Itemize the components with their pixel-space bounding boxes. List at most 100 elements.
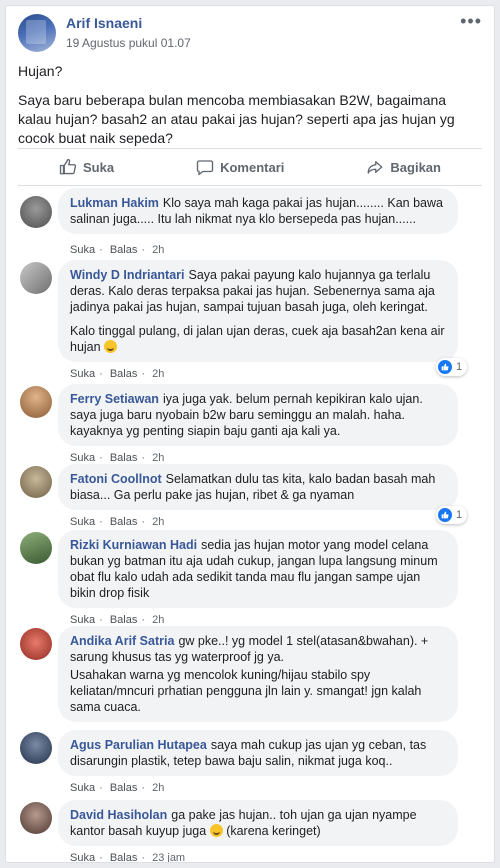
separator: · [141,614,146,626]
comment-meta: Suka· Balas· 2h [70,614,168,626]
comment-item: Agus Parulian Hutapea saya mah cukup jas … [18,730,482,796]
commenter-name[interactable]: Agus Parulian Hutapea [70,738,207,752]
comment-label: Komentari [220,159,285,175]
commenter-name[interactable]: Ferry Setiawan [70,392,159,406]
thumbs-up-icon [59,158,77,175]
like-button[interactable]: Suka [59,158,114,176]
comment-item: Fatoni Coollnot Selamatkan dulu tas kita,… [18,464,482,530]
separator: · [141,782,146,794]
separator: · [141,244,146,256]
comment-like-link[interactable]: Suka [70,452,95,464]
commenter-name[interactable]: David Hasiholan [70,808,167,822]
post-actions-bar: Suka Komentari Bagikan [18,148,482,186]
comment-bubble: Andika Arif Satria gw pke..! yg model 1 s… [58,626,458,722]
comment-time[interactable]: 2h [152,244,164,256]
comment-like-link[interactable]: Suka [70,852,95,862]
comment-like-link[interactable]: Suka [70,614,95,626]
comment-button[interactable]: Komentari [196,158,284,176]
commenter-name[interactable]: Windy D Indriantari [70,268,184,282]
separator: · [99,244,103,256]
comment-bubble: Agus Parulian Hutapea saya mah cukup jas … [58,730,458,776]
comment-item: David Hasiholan ga pake jas hujan.. toh u… [18,800,482,863]
commenter-avatar[interactable] [20,196,52,228]
comment-meta: Suka· Balas· 2h [70,452,168,464]
comment-item: Rizki Kurniawan Hadi sedia jas hujan moto… [18,530,482,626]
comment-time[interactable]: 2h [152,782,164,794]
comment-bubble: Windy D Indriantari Saya pakai payung kal… [58,260,458,362]
post-header: Arif Isnaeni 19 Agustus pukul 01.07 ••• [6,6,494,58]
commenter-avatar[interactable] [20,532,52,564]
reaction-count[interactable]: 1 [436,506,468,524]
separator: · [99,368,103,380]
comment-item: Lukman Hakim Klo saya mah kaga pakai jas … [18,188,482,258]
post-card: Arif Isnaeni 19 Agustus pukul 01.07 ••• … [5,5,495,863]
commenter-name[interactable]: Andika Arif Satria [70,634,174,648]
comment-item: Windy D Indriantari Saya pakai payung kal… [18,260,482,380]
laughing-emoji-icon [104,340,118,353]
comment-bubble: Lukman Hakim Klo saya mah kaga pakai jas … [58,188,458,234]
reaction-number: 1 [456,361,463,373]
comment-reply-link[interactable]: Balas [110,614,138,626]
commenter-name[interactable]: Lukman Hakim [70,196,159,210]
share-label: Bagikan [390,159,441,175]
commenter-avatar[interactable] [20,732,52,764]
comment-text-second: Usahakan warna yg mencolok kuning/hijau … [70,668,422,714]
comment-like-link[interactable]: Suka [70,516,95,528]
laughing-emoji-icon [209,824,223,837]
comment-reply-link[interactable]: Balas [110,852,138,862]
commenter-avatar[interactable] [20,466,52,498]
separator: · [141,368,146,380]
comment-bubble: David Hasiholan ga pake jas hujan.. toh u… [58,800,458,846]
comment-time[interactable]: 2h [152,452,164,464]
comment-meta: Suka · Balas · 23 jam [70,852,189,863]
comment-like-link[interactable]: Suka [70,244,95,256]
more-horizontal-icon[interactable]: ••• [460,12,482,30]
comment-meta: Suka· Balas· 2h [70,516,168,528]
share-icon [367,161,383,174]
comment-like-link[interactable]: Suka [70,368,95,380]
comment-text-second: Kalo tinggal pulang, di jalan ujan deras… [70,324,445,354]
comment-item: Andika Arif Satria gw pke..! yg model 1 s… [18,626,482,742]
comment-time[interactable]: 2h [152,368,164,380]
share-button[interactable]: Bagikan [366,158,441,176]
comment-icon [196,160,214,176]
separator: · [141,516,146,528]
comment-time[interactable]: 2h [152,516,164,528]
comment-reply-link[interactable]: Balas [110,244,138,256]
separator: · [99,452,103,464]
reaction-count[interactable]: 1 [436,358,468,376]
comment-bubble: Fatoni Coollnot Selamatkan dulu tas kita,… [58,464,458,510]
post-body: Hujan? Saya baru beberapa bulan mencoba … [6,58,494,148]
author-avatar[interactable] [18,14,56,52]
commenter-avatar[interactable] [20,628,52,660]
post-timestamp[interactable]: 19 Agustus pukul 01.07 [66,36,191,50]
comment-bubble: Ferry Setiawan iya juga yak. belum pernah… [58,384,458,446]
separator: · [99,782,103,794]
separator: · [99,516,103,528]
comment-time[interactable]: 23 jam [152,852,185,862]
comment-meta: Suka· Balas· 2h [70,782,168,794]
comment-reply-link[interactable]: Balas [110,368,138,380]
commenter-avatar[interactable] [20,386,52,418]
comment-reply-link[interactable]: Balas [110,516,138,528]
comment-text-tail: (karena keringet) [226,824,321,838]
commenter-avatar[interactable] [20,262,52,294]
comment-item: Ferry Setiawan iya juga yak. belum pernah… [18,384,482,466]
post-text-line: Hujan? [18,63,63,79]
separator: · [99,614,103,626]
post-text-paragraph: Saya baru beberapa bulan mencoba membias… [18,92,455,146]
commenter-name[interactable]: Rizki Kurniawan Hadi [70,538,197,552]
comment-time[interactable]: 2h [152,614,164,626]
comment-reply-link[interactable]: Balas [110,452,138,464]
comment-bubble: Rizki Kurniawan Hadi sedia jas hujan moto… [58,530,458,608]
comment-reply-link[interactable]: Balas [110,782,138,794]
like-reaction-icon [438,508,452,522]
post-author-name[interactable]: Arif Isnaeni [66,15,142,31]
separator: · [141,852,146,863]
like-label: Suka [83,159,115,175]
commenter-name[interactable]: Fatoni Coollnot [70,472,162,486]
comment-like-link[interactable]: Suka [70,782,95,794]
commenter-avatar[interactable] [20,802,52,834]
reaction-number: 1 [456,509,463,521]
comment-meta: Suka· Balas· 2h [70,368,168,380]
